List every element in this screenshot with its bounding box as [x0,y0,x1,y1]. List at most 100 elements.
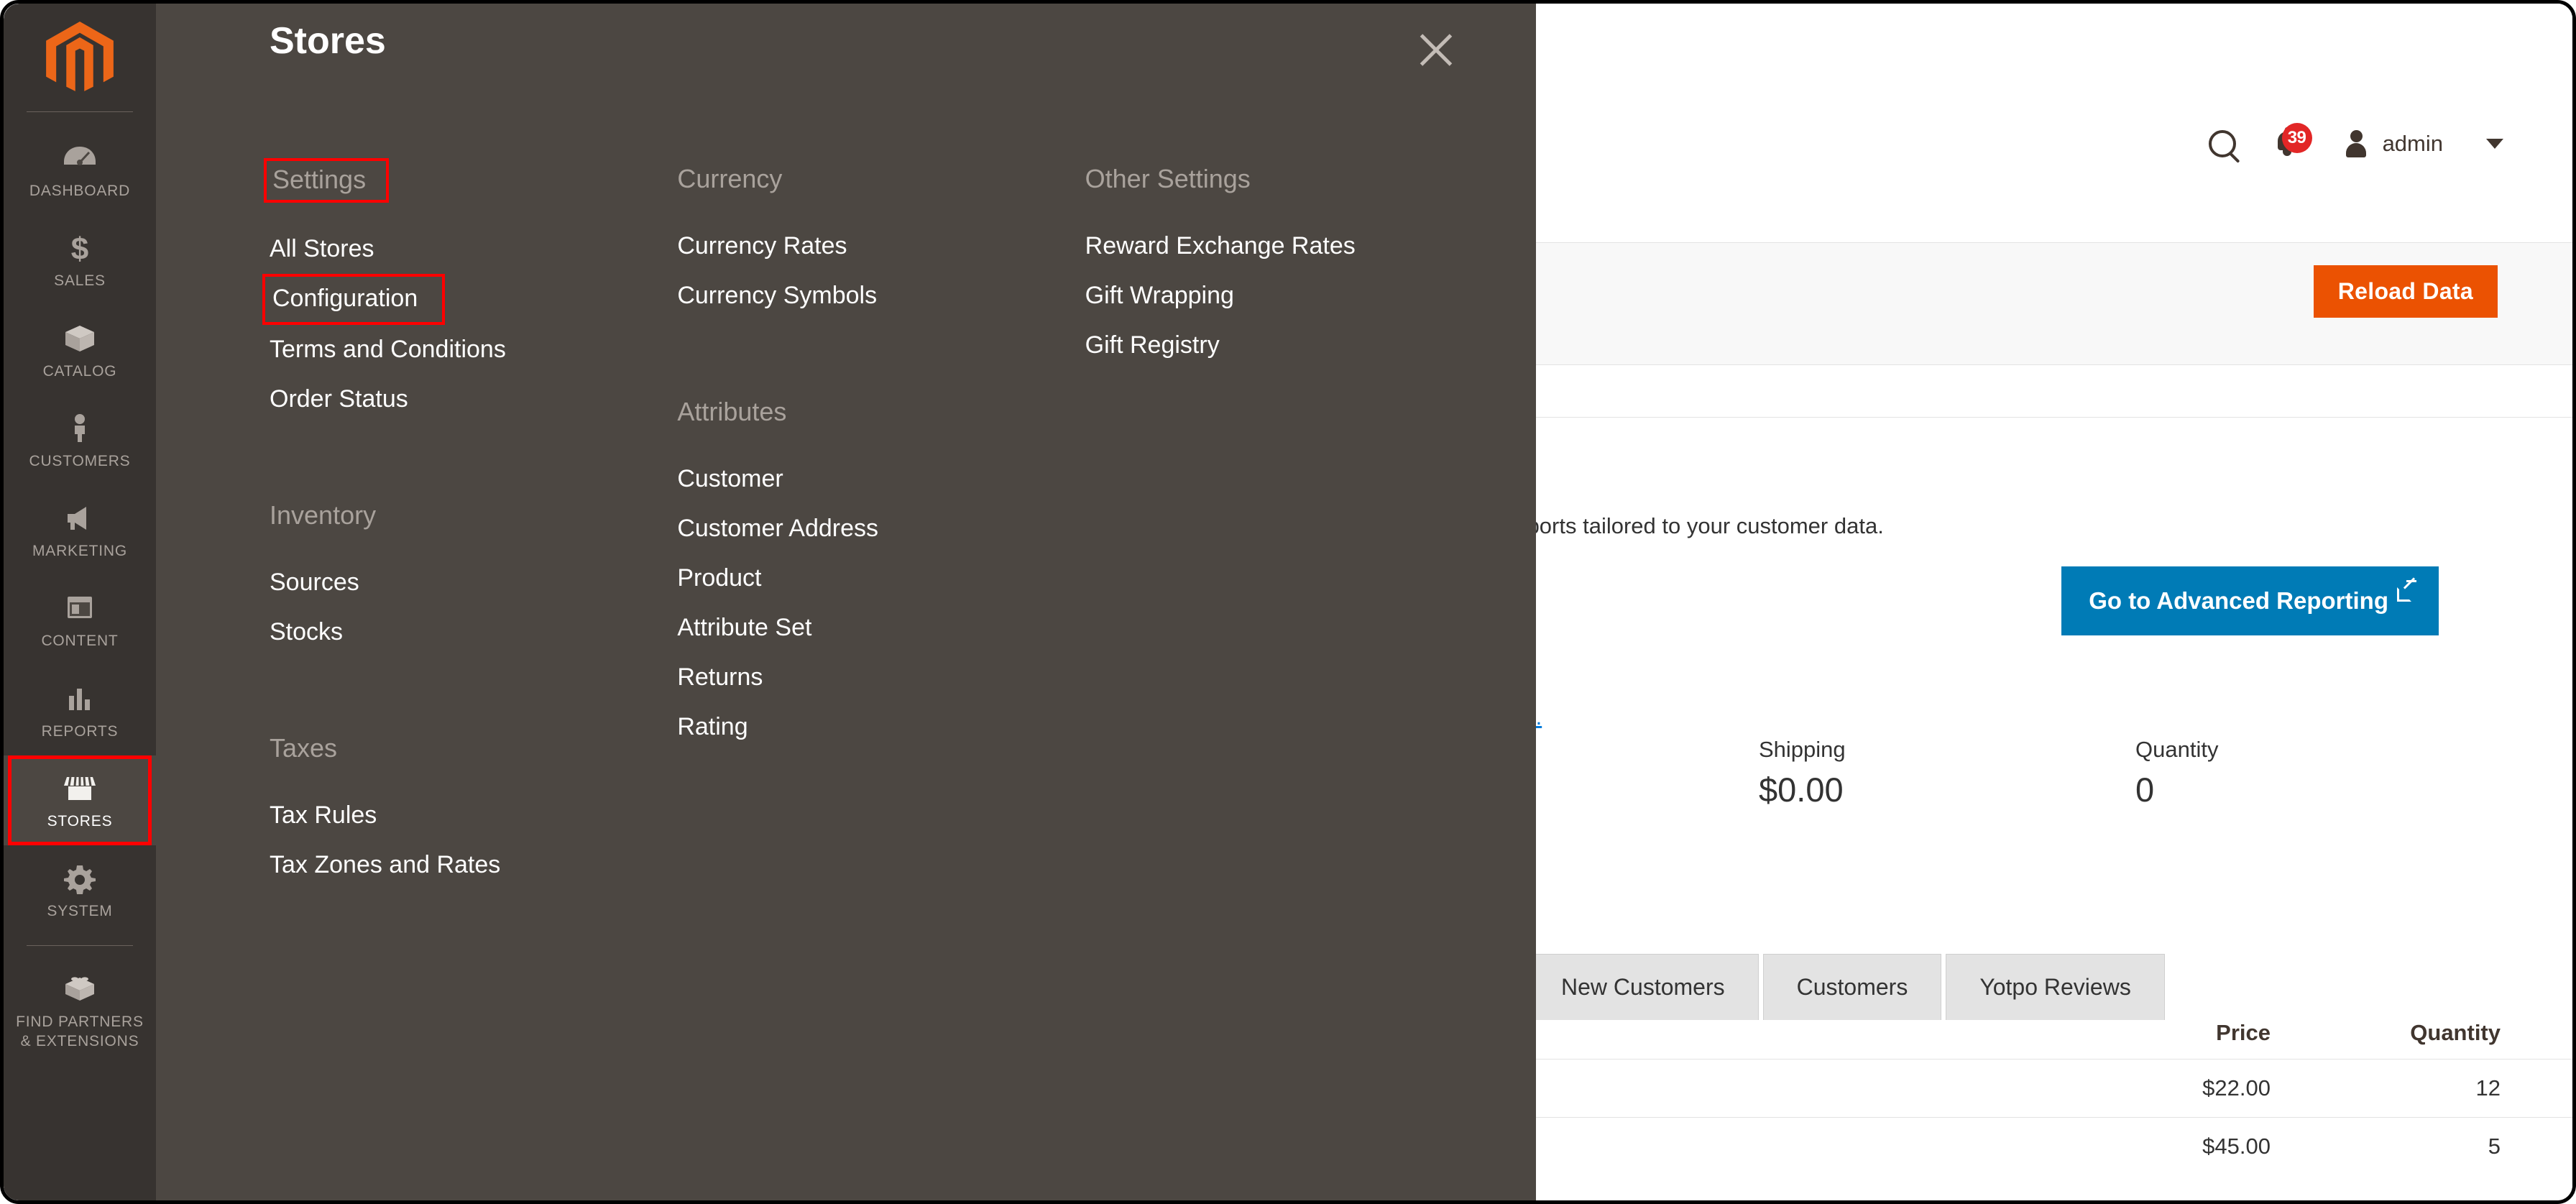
sidebar-item-label: MARKETING [32,543,128,559]
chevron-down-icon[interactable] [2486,139,2503,149]
magento-logo-icon [46,22,114,91]
cell-price: $45.00 [2202,1134,2271,1159]
stat-quantity-value: 0 [2135,771,2155,809]
sidebar-item-customers[interactable]: CUSTOMERS [4,395,156,485]
menu-column-2: Currency Currency Rates Currency Symbols… [677,158,1085,1200]
menu-item-order-status[interactable]: Order Status [270,374,408,424]
menu-item-sources[interactable]: Sources [270,558,359,607]
stat-quantity-label: Quantity [2135,737,2219,762]
menu-item-terms-and-conditions[interactable]: Terms and Conditions [270,325,506,374]
menu-item-customer[interactable]: Customer [677,454,783,504]
stat-shipping-label: Shipping [1759,737,1846,762]
panel-columns: Settings All Stores Configuration Terms … [262,158,1493,1200]
table-row[interactable]: $22.00 12 [1527,1059,2572,1117]
sidebar-item-sales[interactable]: $ SALES [4,215,156,305]
sidebar-item-label: FIND PARTNERS & EXTENSIONS [16,1014,144,1049]
sidebar-divider-bottom [27,945,133,947]
menu-item-currency-symbols[interactable]: Currency Symbols [677,271,877,321]
bell-icon: 39 [2273,123,2312,160]
search-icon [2208,130,2236,157]
sidebar-item-marketing[interactable]: MARKETING [4,485,156,575]
tab-customers[interactable]: Customers [1762,954,1942,1020]
menu-group-title-settings: Settings [264,158,390,203]
menu-group-currency: Currency Currency Rates Currency Symbols [677,158,1085,321]
menu-item-reward-exchange-rates[interactable]: Reward Exchange Rates [1085,221,1356,271]
sidebar-item-system[interactable]: SYSTEM [4,845,156,935]
gear-icon [64,865,96,894]
cell-price: $22.00 [2202,1075,2271,1100]
menu-item-gift-registry[interactable]: Gift Registry [1085,321,1220,370]
menu-group-other-settings: Other Settings Reward Exchange Rates Gif… [1085,158,1493,370]
user-menu-button[interactable] [2344,130,2368,157]
box-icon [65,325,94,351]
column-header-quantity: Quantity [2410,1020,2501,1045]
sidebar-item-label: DASHBOARD [29,183,131,199]
user-avatar-icon [2344,130,2368,157]
sidebar-item-label: STORES [47,812,113,830]
search-button[interactable] [2208,130,2236,157]
notification-count-badge: 39 [2281,123,2312,153]
menu-item-attribute-set[interactable]: Attribute Set [677,603,811,653]
menu-item-tax-zones-and-rates[interactable]: Tax Zones and Rates [270,840,500,890]
dollar-icon: $ [71,231,88,264]
window-icon [68,597,92,619]
external-link-icon [2397,580,2416,602]
stores-menu-panel: Stores Settings All Stores Configuration… [156,4,1536,1200]
menu-item-stocks[interactable]: Stocks [270,607,343,657]
close-icon[interactable] [1415,28,1457,70]
dashboard-tabs: New Customers Customers Yotpo Reviews [1527,954,2169,1020]
menu-group-attributes: Attributes Customer Customer Address Pro… [677,391,1085,752]
menu-item-returns[interactable]: Returns [677,653,763,702]
menu-column-1: Settings All Stores Configuration Terms … [262,158,677,1200]
reload-data-button[interactable]: Reload Data [2313,265,2498,318]
sidebar-item-find-partners-extensions[interactable]: FIND PARTNERS & EXTENSIONS [4,956,156,1065]
menu-group-title-currency: Currency [677,164,783,193]
menu-item-product[interactable]: Product [677,553,761,603]
sidebar-item-content[interactable]: CONTENT [4,575,156,665]
menu-item-rating[interactable]: Rating [677,702,748,752]
table-row[interactable]: $45.00 5 [1527,1117,2572,1175]
menu-item-customer-address[interactable]: Customer Address [677,504,878,553]
sidebar-divider [27,111,133,112]
menu-group-title-inventory: Inventory [270,500,377,530]
sidebar-item-stores[interactable]: STORES [4,755,156,845]
header-tools: 39 admin [2208,123,2503,160]
cell-quantity: 5 [2488,1134,2501,1159]
menu-group-title-taxes: Taxes [270,733,338,763]
sidebar-item-label: CUSTOMERS [29,452,131,469]
go-to-advanced-reporting-button[interactable]: Go to Advanced Reporting [2061,566,2439,635]
menu-item-currency-rates[interactable]: Currency Rates [677,221,847,271]
stat-shipping: Shipping $0.00 [1759,737,1846,809]
menu-group-taxes: Taxes Tax Rules Tax Zones and Rates [270,727,677,890]
sidebar-item-label: CONTENT [41,633,119,650]
menu-group-title-other-settings: Other Settings [1085,164,1251,193]
menu-group-settings: Settings All Stores Configuration Terms … [262,158,677,424]
column-header-price: Price [2216,1020,2271,1045]
sidebar-item-catalog[interactable]: CATALOG [4,305,156,395]
tab-new-customers[interactable]: New Customers [1527,954,1759,1020]
main-sidebar: DASHBOARD $ SALES CATALOG CUSTOMERS MARK… [4,4,156,1200]
sidebar-item-dashboard[interactable]: DASHBOARD [4,125,156,215]
sidebar-item-label: SYSTEM [47,903,113,919]
menu-item-all-stores[interactable]: All Stores [270,224,374,274]
table-header-row: Price Quantity [1527,1020,2572,1059]
menu-group-title-attributes: Attributes [677,397,787,426]
admin-window: 39 admin Reload Data reports tailored to… [0,0,2576,1204]
admin-user-name: admin [2382,131,2443,156]
storefront-icon [64,776,96,800]
megaphone-icon [68,507,86,530]
sidebar-item-label: SALES [54,272,106,290]
notifications-button[interactable]: 39 [2273,123,2312,160]
dashboard-data-table: Price Quantity $22.00 12 $45.00 5 [1527,1020,2572,1175]
tab-yotpo-reviews[interactable]: Yotpo Reviews [1946,954,2165,1020]
sidebar-item-label: CATALOG [42,362,117,380]
menu-item-gift-wrapping[interactable]: Gift Wrapping [1085,271,1234,321]
bar-chart-icon [69,688,90,710]
magento-logo[interactable] [4,4,156,111]
panel-title: Stores [270,20,386,62]
advanced-reporting-button-label: Go to Advanced Reporting [2089,587,2388,614]
sidebar-item-reports[interactable]: REPORTS [4,666,156,755]
menu-group-inventory: Inventory Sources Stocks [270,495,677,657]
menu-item-tax-rules[interactable]: Tax Rules [270,791,377,840]
menu-item-configuration[interactable]: Configuration [262,274,446,325]
